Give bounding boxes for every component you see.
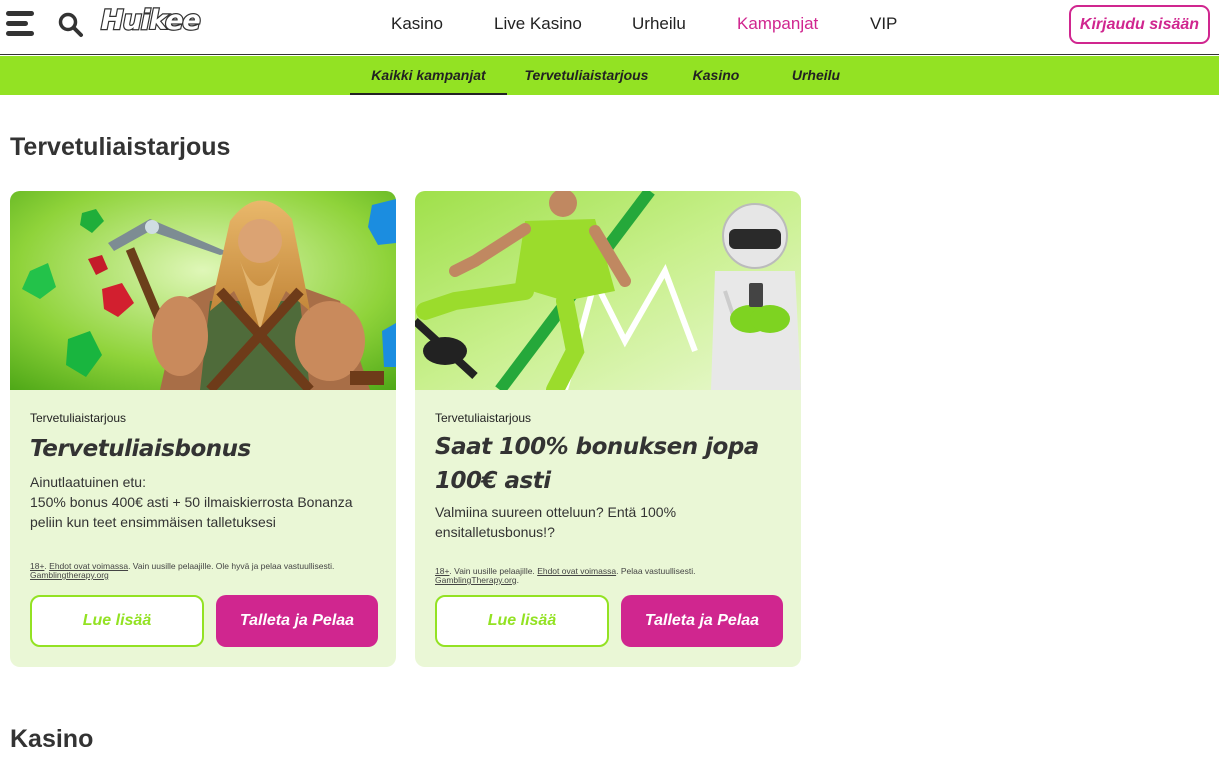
login-button[interactable]: Kirjaudu sisään [1069, 5, 1210, 44]
gambling-therapy-link[interactable]: GamblingTherapy.org [435, 575, 517, 585]
nav-vip[interactable]: VIP [870, 14, 897, 34]
nav-live-kasino[interactable]: Live Kasino [494, 14, 582, 34]
promo-category: Tervetuliaistarjous [435, 411, 532, 425]
read-more-button[interactable]: Lue lisää [435, 595, 609, 647]
promo-image-sports [415, 191, 801, 390]
promo-title: Saat 100% bonuksen jopa 100€ asti [435, 434, 759, 494]
terms-text: . Pelaa vastuullisesti. [616, 566, 696, 576]
section-title-welcome: Tervetuliaistarjous [10, 133, 231, 161]
nav-kampanjat[interactable]: Kampanjat [737, 14, 818, 34]
promo-description: Valmiina suureen otteluun? Entä 100% ens… [435, 504, 677, 540]
promo-terms: 18+. Vain uusille pelaajille. Ehdot ovat… [435, 566, 696, 585]
nav-kasino[interactable]: Kasino [391, 14, 443, 34]
gambling-therapy-link[interactable]: Gamblingtherapy.org [30, 570, 109, 580]
promo-description-line: 150% bonus 400€ asti + 50 ilmaiskierrost… [30, 494, 353, 530]
top-header: Huikee Kasino Live Kasino Urheilu Kampan… [0, 0, 1219, 55]
promo-description: Ainutlaatuinen etu: 150% bonus 400€ asti… [30, 472, 380, 532]
terms-text: . Vain uusille pelaajille. Ole hyvä ja p… [128, 561, 335, 571]
promo-category: Tervetuliaistarjous [30, 411, 127, 425]
section-title-casino: Kasino [10, 725, 94, 753]
huikee-logo[interactable]: Huikee [100, 3, 202, 45]
promo-title: Tervetuliaisbonus [30, 436, 251, 462]
subnav-all-promotions[interactable]: Kaikki kampanjat [350, 56, 507, 95]
terms-link[interactable]: Ehdot ovat voimassa [537, 566, 616, 576]
search-icon[interactable] [57, 11, 85, 39]
promo-subnav: Kaikki kampanjat Tervetuliaistarjous Kas… [0, 56, 1219, 95]
promo-card: Tervetuliaistarjous Saat 100% bonuksen j… [415, 191, 801, 667]
promo-description-line: Ainutlaatuinen etu: [30, 474, 146, 490]
subnav-welcome-offer[interactable]: Tervetuliaistarjous [515, 56, 658, 95]
nav-urheilu[interactable]: Urheilu [632, 14, 686, 34]
read-more-button[interactable]: Lue lisää [30, 595, 204, 647]
hamburger-menu-icon[interactable] [6, 11, 36, 39]
deposit-and-play-button[interactable]: Talleta ja Pelaa [621, 595, 783, 647]
deposit-and-play-button[interactable]: Talleta ja Pelaa [216, 595, 378, 647]
subnav-sports[interactable]: Urheilu [776, 56, 856, 95]
promo-card: Tervetuliaistarjous Tervetuliaisbonus Ai… [10, 191, 396, 667]
subnav-casino[interactable]: Kasino [676, 56, 756, 95]
promo-terms: 18+. Ehdot ovat voimassa. Vain uusille p… [30, 561, 335, 580]
promo-image-viking [10, 191, 396, 390]
logo-text: Huikee [100, 4, 202, 37]
